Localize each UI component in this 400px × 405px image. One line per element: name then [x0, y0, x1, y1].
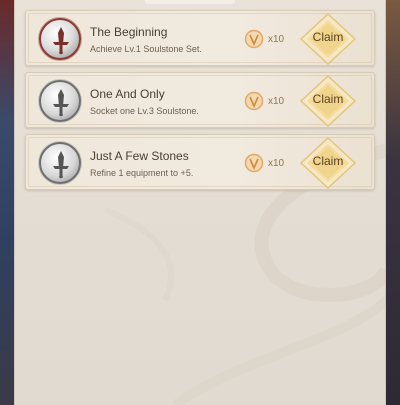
claim-button[interactable]: Claim: [300, 13, 356, 65]
quest-title: Just A Few Stones: [90, 149, 189, 163]
quest-title: One And Only: [90, 87, 165, 101]
quest-description: Achieve Lv.1 Soulstone Set.: [90, 44, 202, 54]
reward-count: x10: [268, 96, 285, 107]
soulstone-currency-icon: [244, 153, 264, 173]
sword-medal-icon: [39, 142, 81, 184]
quest-description: Refine 1 equipment to +5.: [90, 168, 194, 178]
quest-row: Just A Few Stones Refine 1 equipment to …: [25, 134, 375, 190]
quest-row: The Beginning Achieve Lv.1 Soulstone Set…: [25, 10, 375, 66]
quest-description: Socket one Lv.3 Soulstone.: [90, 106, 199, 116]
sword-medal-icon: [39, 80, 81, 122]
claim-label: Claim: [312, 30, 344, 44]
claim-label: Claim: [312, 154, 344, 168]
top-tab-strip: [145, 0, 235, 4]
quest-row: One And Only Socket one Lv.3 Soulstone. …: [25, 72, 375, 128]
quest-title: The Beginning: [90, 25, 168, 39]
quest-panel: The Beginning Achieve Lv.1 Soulstone Set…: [14, 0, 386, 405]
claim-button[interactable]: Claim: [300, 75, 356, 127]
soulstone-currency-icon: [244, 91, 264, 111]
reward-count: x10: [268, 158, 285, 169]
claim-label: Claim: [312, 92, 344, 106]
soulstone-currency-icon: [244, 29, 264, 49]
claim-button[interactable]: Claim: [300, 137, 356, 189]
sword-medal-icon: [39, 18, 81, 60]
reward-count: x10: [268, 34, 285, 45]
